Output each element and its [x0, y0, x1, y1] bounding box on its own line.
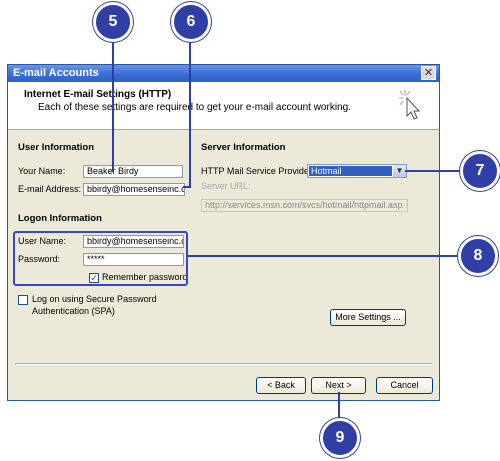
callout-6-leader-horizontal [183, 186, 191, 188]
server-url-label: Server URL: [201, 181, 251, 191]
callout-6-leader-vertical [189, 36, 191, 187]
your-name-field[interactable]: Beaker Birdy [83, 165, 183, 178]
callout-8: 8 [458, 236, 498, 276]
spa-checkbox[interactable] [18, 295, 28, 305]
callout-7: 7 [460, 151, 500, 191]
logon-highlight-box [13, 231, 188, 286]
callout-6: 6 [171, 2, 211, 42]
server-info-heading: Server Information [201, 142, 286, 153]
provider-select[interactable]: Hotmail ▼ [307, 164, 407, 178]
callout-8-leader [188, 255, 462, 257]
wizard-header: Internet E-mail Settings (HTTP) Each of … [8, 82, 439, 130]
callout-5-leader [112, 36, 114, 172]
back-button[interactable]: < Back [256, 377, 306, 394]
provider-selected-value: Hotmail [309, 166, 392, 176]
header-title: Internet E-mail Settings (HTTP) [24, 89, 172, 100]
close-icon[interactable]: ✕ [421, 66, 436, 80]
spa-label-line1: Log on using Secure Password [32, 294, 157, 304]
user-info-heading: User Information [18, 142, 95, 153]
your-name-label: Your Name: [18, 166, 66, 176]
footer-separator [15, 363, 432, 365]
wizard-cursor-icon [399, 90, 421, 120]
header-subtitle: Each of these settings are required to g… [38, 102, 351, 113]
logon-info-heading: Logon Information [18, 213, 102, 224]
callout-7-leader [405, 170, 467, 172]
cancel-button[interactable]: Cancel [376, 377, 433, 394]
title-bar[interactable]: E-mail Accounts ✕ [8, 65, 439, 82]
server-url-field: http://services.msn.com/svcs/hotmail/htt… [201, 199, 408, 212]
spa-label-line2: Authentication (SPA) [32, 306, 115, 316]
email-address-field[interactable]: bbirdy@homesenseinc.com [83, 183, 185, 196]
window-title: E-mail Accounts [13, 67, 99, 79]
callout-5: 5 [93, 2, 133, 42]
email-address-label: E-mail Address: [18, 184, 82, 194]
callout-9: 9 [320, 418, 360, 458]
provider-label: HTTP Mail Service Provider: [201, 166, 315, 176]
more-settings-button[interactable]: More Settings ... [330, 309, 406, 326]
